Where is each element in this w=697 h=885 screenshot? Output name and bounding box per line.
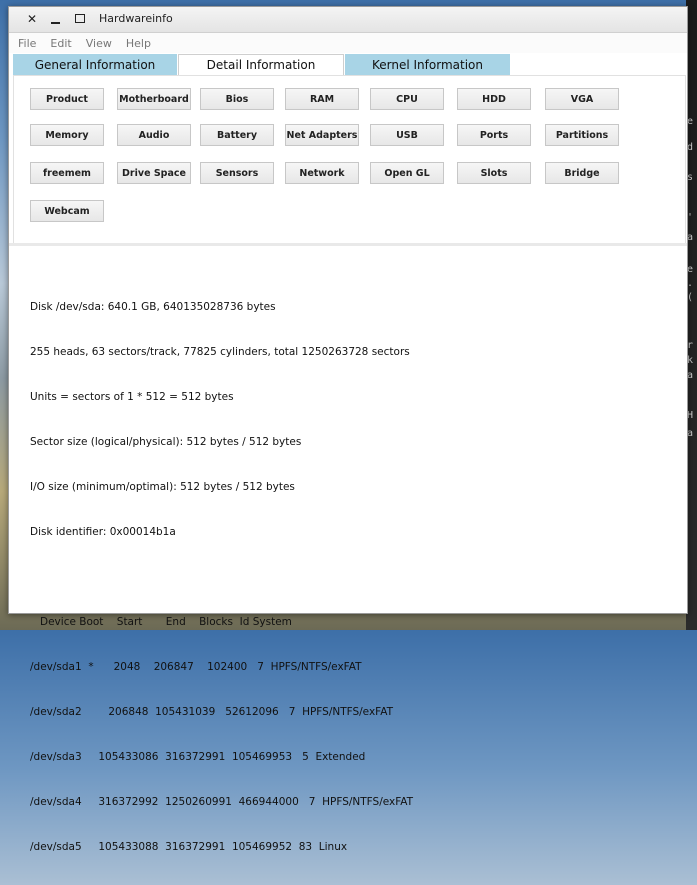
sensors-button[interactable]: Sensors — [200, 162, 274, 184]
open-gl-button[interactable]: Open GL — [370, 162, 444, 184]
slots-button[interactable]: Slots — [457, 162, 531, 184]
tab-bar: General Information Detail Information K… — [9, 53, 687, 75]
menu-help[interactable]: Help — [126, 37, 151, 50]
output-line: ​ — [30, 570, 413, 585]
ports-button[interactable]: Ports — [457, 124, 531, 146]
menu-view[interactable]: View — [86, 37, 112, 50]
net-adapters-button[interactable]: Net Adapters — [285, 124, 359, 146]
output-line: /dev/sda5 105433088 316372991 105469952 … — [30, 841, 348, 853]
ram-button[interactable]: RAM — [285, 88, 359, 110]
webcam-button[interactable]: Webcam — [30, 200, 104, 222]
output-line: Sector size (logical/physical): 512 byte… — [30, 436, 302, 448]
title-bar: ✕ Hardwareinfo — [9, 7, 687, 33]
product-button[interactable]: Product — [30, 88, 104, 110]
output-line: /dev/sda2 206848 105431039 52612096 7 HP… — [30, 706, 394, 718]
bios-button[interactable]: Bios — [200, 88, 274, 110]
hardwareinfo-window: ✕ Hardwareinfo File Edit View Help Gener… — [8, 6, 688, 853]
close-icon[interactable]: ✕ — [25, 12, 39, 26]
cpu-button[interactable]: CPU — [370, 88, 444, 110]
menu-file[interactable]: File — [18, 37, 36, 50]
freemem-button[interactable]: freemem — [30, 162, 104, 184]
tab-detail-information[interactable]: Detail Information — [178, 54, 344, 75]
vga-button[interactable]: VGA — [545, 88, 619, 110]
output-line: Disk identifier: 0x00014b1a — [30, 526, 176, 538]
output-line: Device Boot Start End Blocks Id System — [30, 616, 292, 628]
output-line: /dev/sda1 * 2048 206847 102400 7 HPFS/NT… — [30, 661, 362, 673]
panel-divider — [9, 243, 687, 246]
motherboard-button[interactable]: Motherboard — [117, 88, 191, 110]
hdd-button[interactable]: HDD — [457, 88, 531, 110]
drive-space-button[interactable]: Drive Space — [117, 162, 191, 184]
network-button[interactable]: Network — [285, 162, 359, 184]
usb-button[interactable]: USB — [370, 124, 444, 146]
output-line: Disk /dev/sda: 640.1 GB, 640135028736 by… — [30, 301, 276, 313]
tab-kernel-information[interactable]: Kernel Information — [345, 54, 510, 75]
output-line: Units = sectors of 1 * 512 = 512 bytes — [30, 391, 234, 403]
output-line: 255 heads, 63 sectors/track, 77825 cylin… — [30, 346, 410, 358]
minimize-icon[interactable] — [49, 12, 63, 26]
output-line: /dev/sda3 105433086 316372991 105469953 … — [30, 751, 366, 763]
battery-button[interactable]: Battery — [200, 124, 274, 146]
menu-bar: File Edit View Help — [9, 33, 687, 53]
bridge-button[interactable]: Bridge — [545, 162, 619, 184]
partitions-button[interactable]: Partitions — [545, 124, 619, 146]
maximize-icon[interactable] — [73, 12, 87, 26]
output-line: /dev/sda4 316372992 1250260991 466944000… — [30, 796, 414, 808]
memory-button[interactable]: Memory — [30, 124, 104, 146]
audio-button[interactable]: Audio — [117, 124, 191, 146]
window-title: Hardwareinfo — [99, 12, 173, 25]
output-text-area[interactable]: Disk /dev/sda: 640.1 GB, 640135028736 by… — [30, 270, 413, 885]
menu-edit[interactable]: Edit — [50, 37, 71, 50]
detail-buttons-panel: Product Motherboard Bios RAM CPU HDD VGA… — [13, 75, 686, 245]
output-line: I/O size (minimum/optimal): 512 bytes / … — [30, 481, 295, 493]
tab-general-information[interactable]: General Information — [13, 54, 177, 75]
